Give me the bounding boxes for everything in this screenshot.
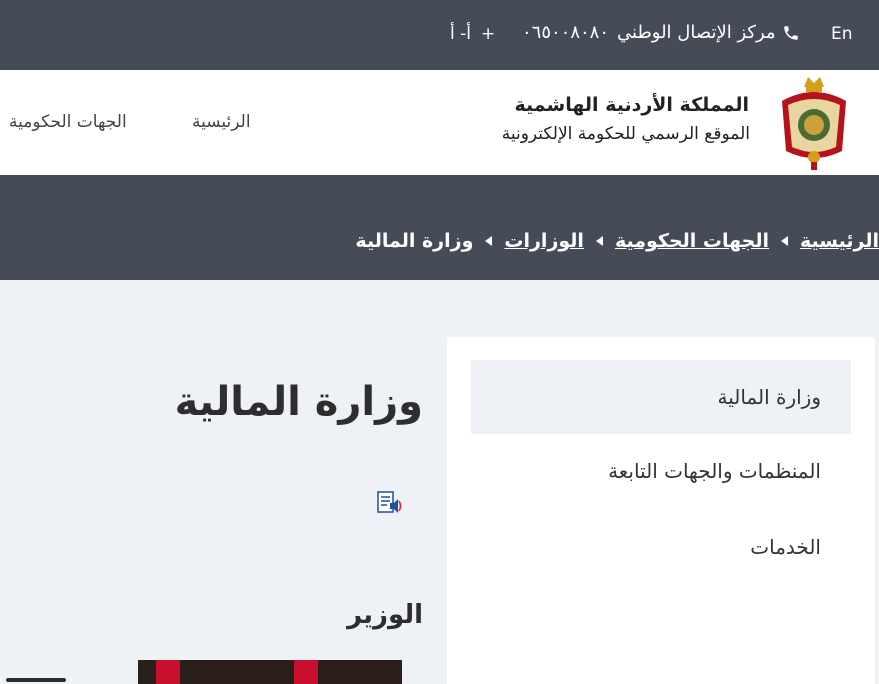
nav-home-link[interactable]: الرئيسية: [192, 112, 251, 132]
caret-left-icon: [485, 236, 493, 246]
phone-icon: [783, 25, 798, 40]
font-decrease-button[interactable]: أ-: [460, 24, 471, 44]
flag-decoration: [156, 660, 180, 684]
breadcrumb: الرئيسية الجهات الحكومية الوزارات وزارة …: [355, 230, 879, 252]
minister-photo: [138, 660, 402, 684]
caret-left-icon: [781, 236, 789, 246]
side-menu-item-affiliates[interactable]: المنظمات والجهات التابعة: [471, 434, 851, 508]
page-title: وزارة المالية: [174, 379, 423, 425]
font-increase-button[interactable]: أ+: [450, 24, 495, 44]
site-header: المملكة الأردنية الهاشمية الموقع الرسمي …: [0, 70, 879, 175]
top-utility-bar: En ٠٦٥٠٠٨٠٨٠ مركز الإتصال الوطني أ- أ+: [0, 0, 879, 70]
side-menu-item-label: وزارة المالية: [717, 385, 821, 409]
breadcrumb-current: وزارة المالية: [355, 230, 474, 252]
side-menu-item-label: الخدمات: [750, 535, 821, 559]
minister-heading: الوزير: [347, 600, 423, 630]
breadcrumb-home-link[interactable]: الرئيسية: [800, 230, 879, 252]
text-to-speech-icon[interactable]: [377, 491, 403, 516]
breadcrumb-gov-entities-link[interactable]: الجهات الحكومية: [615, 230, 769, 252]
side-menu-item-ministry[interactable]: وزارة المالية: [471, 360, 851, 434]
flag-decoration: [294, 660, 318, 684]
call-center-info: ٠٦٥٠٠٨٠٨٠ مركز الإتصال الوطني: [522, 22, 800, 43]
site-title: المملكة الأردنية الهاشمية: [514, 94, 749, 116]
breadcrumb-ministries-link[interactable]: الوزارات: [504, 230, 584, 252]
language-switch-link[interactable]: En: [831, 24, 853, 44]
breadcrumb-band: الرئيسية الجهات الحكومية الوزارات وزارة …: [0, 175, 879, 280]
nav-gov-entities-link[interactable]: الجهات الحكومية: [9, 112, 127, 132]
font-size-controls: أ- أ+: [450, 24, 505, 44]
caret-left-icon: [595, 236, 603, 246]
side-menu-item-label: المنظمات والجهات التابعة: [608, 459, 821, 483]
side-menu-item-services[interactable]: الخدمات: [471, 510, 851, 584]
jordan-crest-icon[interactable]: [776, 73, 852, 171]
call-center-label: مركز الإتصال الوطني: [617, 22, 776, 43]
truncated-text: [0, 676, 70, 684]
side-menu: وزارة المالية المنظمات والجهات التابعة ا…: [447, 337, 875, 684]
site-subtitle: الموقع الرسمي للحكومة الإلكترونية: [501, 124, 750, 144]
call-center-number: ٠٦٥٠٠٨٠٨٠: [522, 22, 610, 43]
